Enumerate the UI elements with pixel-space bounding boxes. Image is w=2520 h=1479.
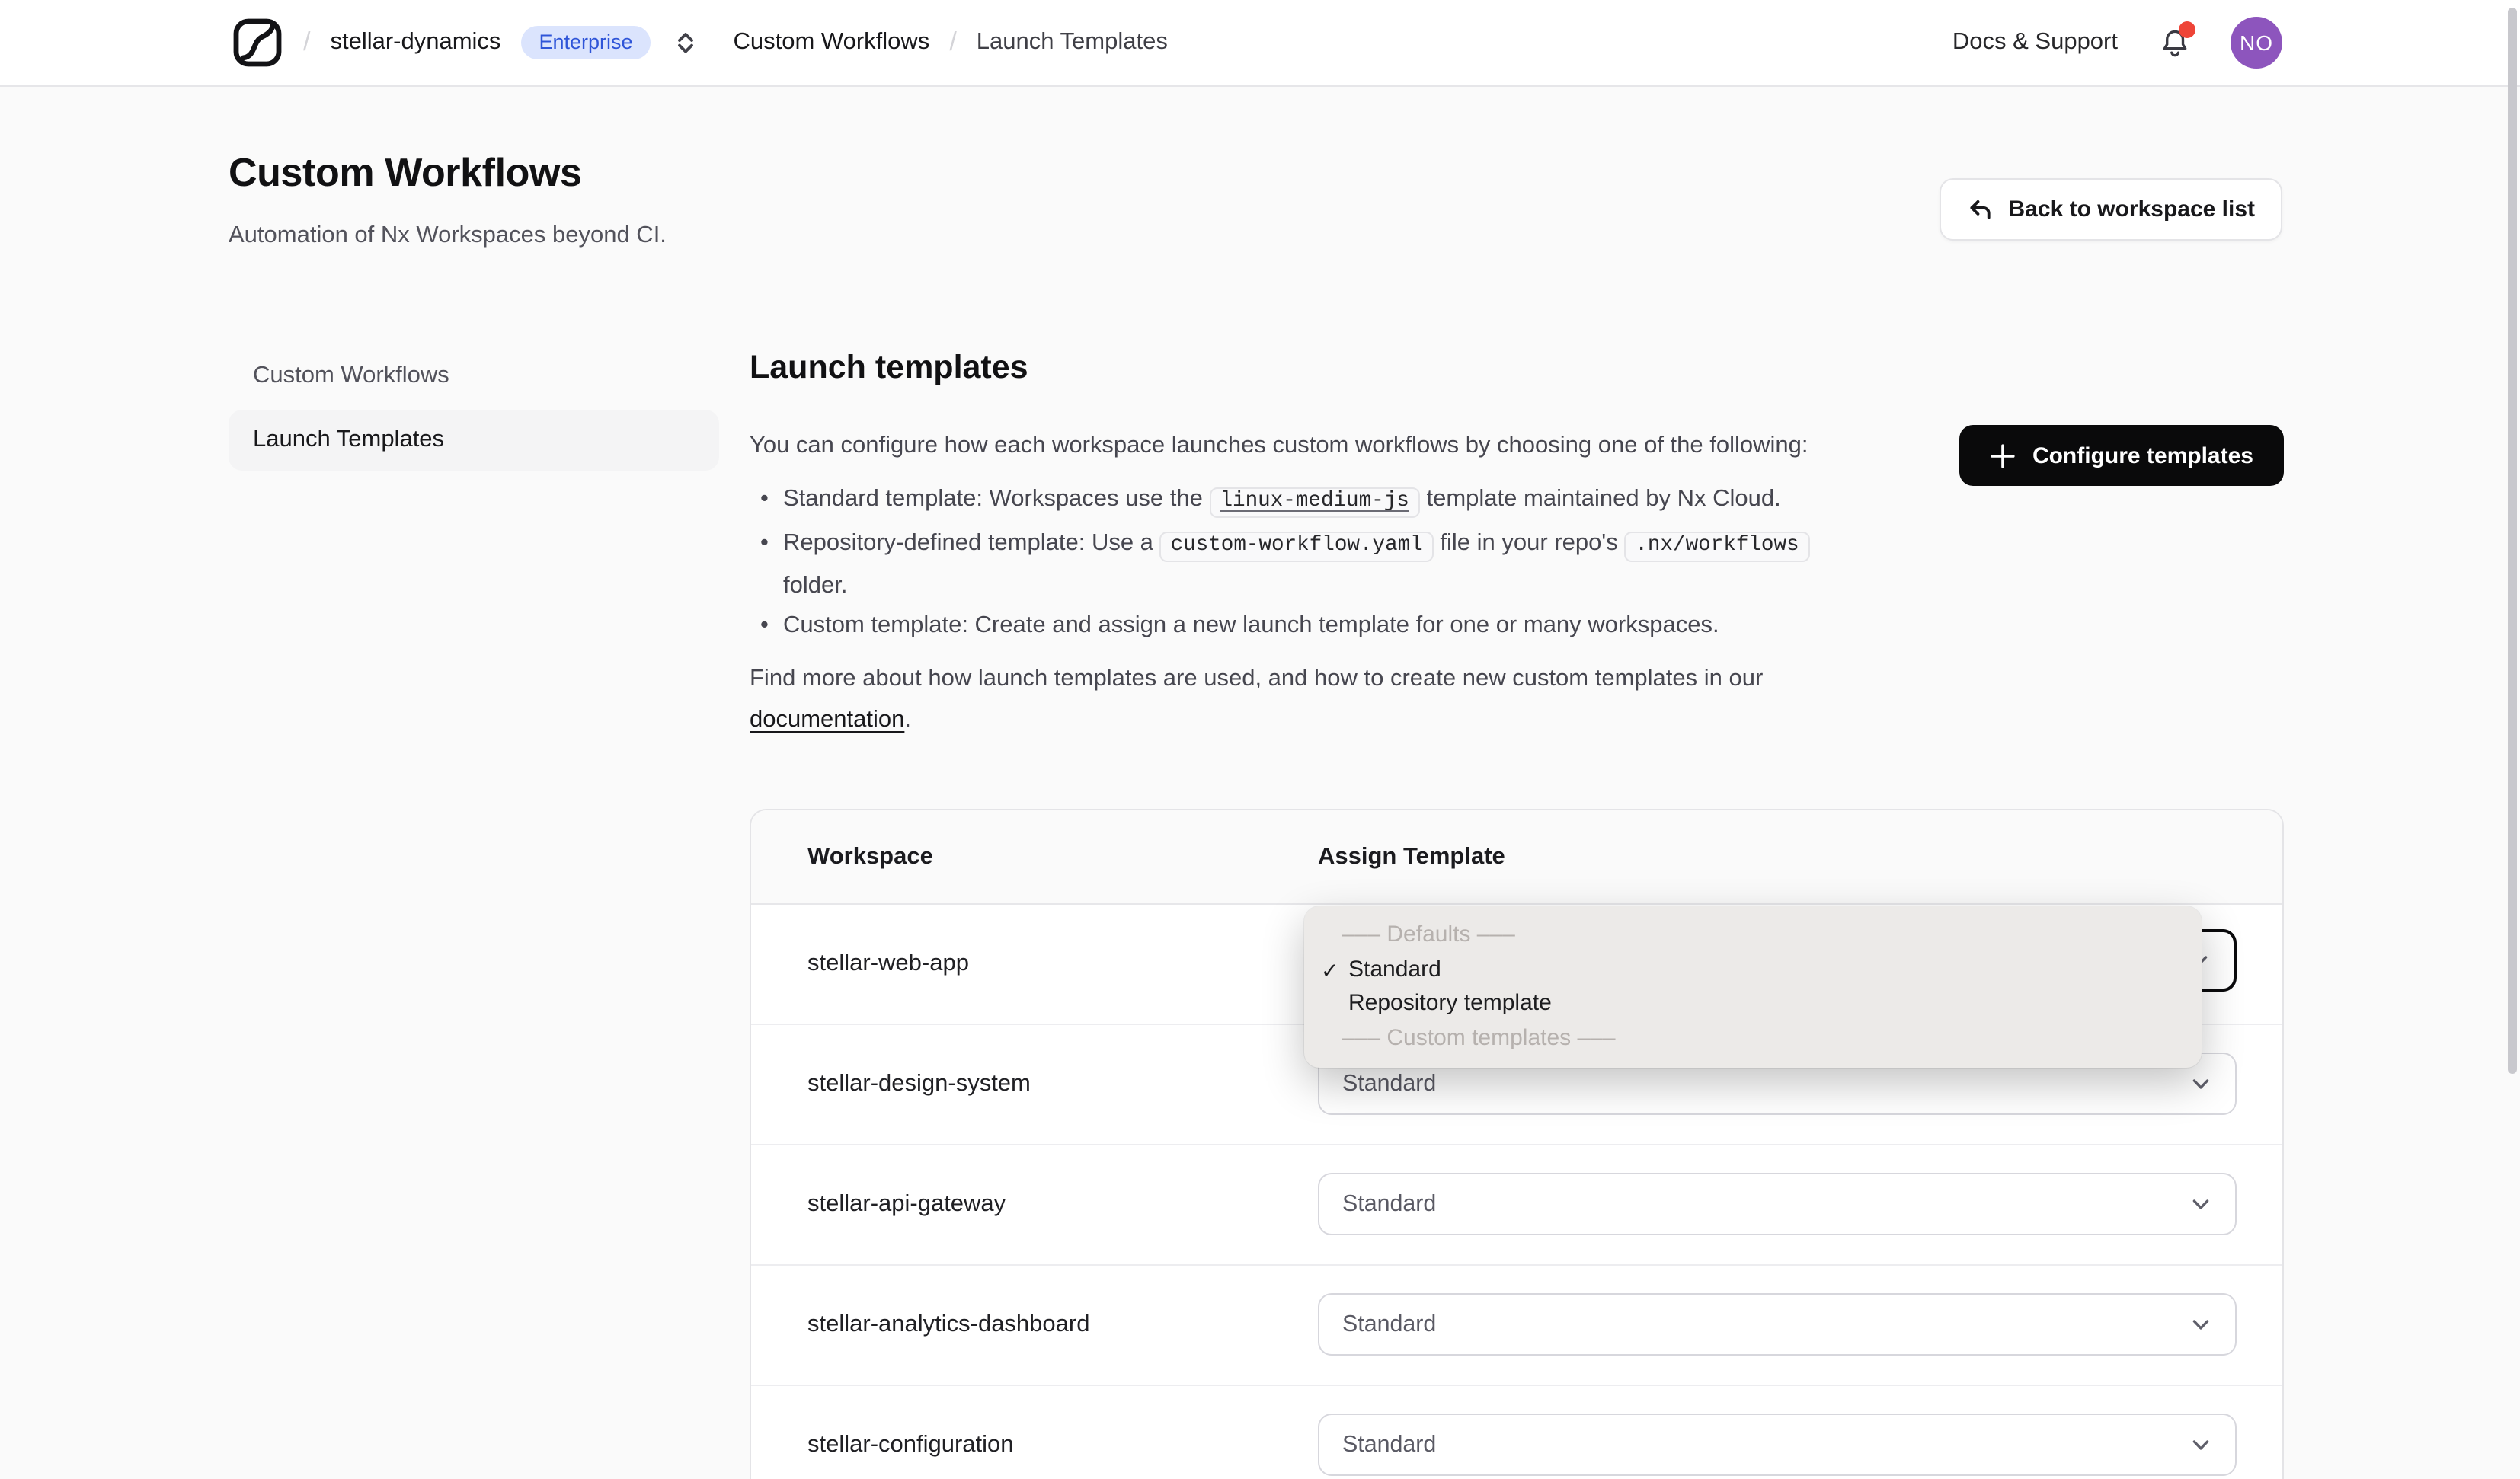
workspace-name-cell: stellar-web-app bbox=[807, 950, 969, 976]
template-options-list: Standard template: Workspaces use the li… bbox=[750, 481, 1840, 647]
menu-section-custom-templates: ––– Custom templates ––– bbox=[1342, 1024, 1616, 1050]
select-value: Standard bbox=[1342, 1432, 1437, 1458]
workspace-name-cell: stellar-api-gateway bbox=[807, 1191, 1006, 1217]
list-item-custom-template: Custom template: Create and assign a new… bbox=[750, 606, 1840, 647]
menu-option-label: Standard bbox=[1348, 956, 1441, 982]
app-viewport: / stellar-dynamics Enterprise Custom Wor… bbox=[0, 0, 2520, 1479]
breadcrumb-page[interactable]: Launch Templates bbox=[977, 29, 1168, 56]
configure-templates-button[interactable]: Configure templates bbox=[1959, 425, 2284, 486]
docs-note: Find more about how launch templates are… bbox=[750, 660, 1840, 740]
sidebar-item-launch-templates[interactable]: Launch Templates bbox=[229, 410, 719, 471]
column-header-workspace: Workspace bbox=[807, 843, 933, 869]
navbar-actions: Docs & Support NO bbox=[1952, 17, 2282, 69]
notification-dot bbox=[2179, 21, 2195, 38]
chevron-down-icon bbox=[2192, 1440, 2209, 1450]
table-row: stellar-analytics-dashboard Standard bbox=[751, 1266, 2282, 1386]
workspace-switcher-icon[interactable] bbox=[674, 30, 699, 55]
bullet-text: file in your repo's bbox=[1433, 529, 1625, 556]
menu-option-label: Repository template bbox=[1348, 990, 1552, 1016]
table-row: stellar-api-gateway Standard bbox=[751, 1145, 2282, 1266]
column-header-assign-template: Assign Template bbox=[1318, 843, 1505, 869]
breadcrumb-section[interactable]: Custom Workflows bbox=[734, 29, 930, 56]
plus-icon bbox=[1991, 443, 2015, 468]
select-value: Standard bbox=[1342, 1071, 1437, 1097]
bullet-text: Repository-defined template: Use a bbox=[783, 529, 1160, 556]
workspace-name-cell: stellar-design-system bbox=[807, 1071, 1031, 1097]
nx-cloud-logo-icon[interactable] bbox=[232, 17, 283, 69]
notifications-button[interactable] bbox=[2157, 21, 2195, 59]
list-item-standard-template: Standard template: Workspaces use the li… bbox=[750, 481, 1840, 524]
sidebar-item-custom-workflows[interactable]: Custom Workflows bbox=[229, 346, 719, 407]
bullet-text: folder. bbox=[783, 572, 848, 599]
configure-button-label: Configure templates bbox=[2032, 442, 2253, 468]
top-navbar: / stellar-dynamics Enterprise Custom Wor… bbox=[0, 0, 2520, 87]
navbar-breadcrumb: / stellar-dynamics Enterprise Custom Wor… bbox=[232, 17, 1168, 69]
menu-option-repository-template[interactable]: Repository template bbox=[1304, 987, 2202, 1021]
select-value: Standard bbox=[1342, 1311, 1437, 1337]
intro-paragraph: You can configure how each workspace lau… bbox=[750, 433, 1808, 458]
code-linux-medium-js[interactable]: linux-medium-js bbox=[1209, 487, 1420, 519]
template-select-stellar-analytics-dashboard[interactable]: Standard bbox=[1318, 1293, 2237, 1356]
template-dropdown-menu: ––– Defaults ––– ✓ Standard Repository t… bbox=[1304, 906, 2202, 1068]
workspace-name-cell: stellar-analytics-dashboard bbox=[807, 1311, 1090, 1337]
bullet-text: Custom template: Create and assign a new… bbox=[783, 612, 1719, 639]
table-header: Workspace Assign Template bbox=[751, 810, 2282, 905]
bullet-text: template maintained by Nx Cloud. bbox=[1419, 486, 1781, 513]
template-select-stellar-api-gateway[interactable]: Standard bbox=[1318, 1173, 2237, 1235]
plan-badge: Enterprise bbox=[520, 26, 651, 59]
docs-support-link[interactable]: Docs & Support bbox=[1952, 29, 2118, 56]
chevron-down-icon bbox=[2192, 1199, 2209, 1209]
note-text: Find more about how launch templates are… bbox=[750, 666, 1764, 692]
breadcrumb-separator: / bbox=[303, 27, 311, 56]
settings-sidebar: Custom Workflows Launch Templates bbox=[229, 346, 719, 474]
bullet-text: Standard template: Workspaces use the bbox=[783, 486, 1210, 513]
menu-option-standard[interactable]: ✓ Standard bbox=[1304, 953, 2202, 987]
page-title: Custom Workflows bbox=[229, 149, 582, 195]
list-item-repository-template: Repository-defined template: Use a custo… bbox=[750, 523, 1840, 606]
documentation-link[interactable]: documentation bbox=[750, 707, 904, 733]
code-custom-workflow-yaml: custom-workflow.yaml bbox=[1159, 531, 1434, 562]
code-nx-workflows: .nx/workflows bbox=[1624, 531, 1810, 562]
workspace-name[interactable]: stellar-dynamics bbox=[330, 29, 500, 56]
table-row: stellar-configuration Standard bbox=[751, 1386, 2282, 1479]
section-description: You can configure how each workspace lau… bbox=[750, 426, 1840, 764]
section-heading: Launch templates bbox=[750, 349, 1028, 385]
scrollbar-thumb[interactable] bbox=[2508, 8, 2517, 1074]
page-subtitle: Automation of Nx Workspaces beyond CI. bbox=[229, 222, 667, 248]
select-value: Standard bbox=[1342, 1191, 1437, 1217]
template-select-stellar-configuration[interactable]: Standard bbox=[1318, 1414, 2237, 1476]
chevron-down-icon bbox=[2192, 1320, 2209, 1330]
sidebar-item-label: Launch Templates bbox=[253, 426, 445, 452]
checkmark-icon: ✓ bbox=[1321, 957, 1339, 982]
sidebar-item-label: Custom Workflows bbox=[253, 363, 449, 388]
user-avatar[interactable]: NO bbox=[2231, 17, 2282, 69]
note-text: . bbox=[904, 706, 911, 733]
menu-section-defaults: ––– Defaults ––– bbox=[1342, 922, 1515, 947]
page-scrollbar[interactable] bbox=[2506, 0, 2520, 1479]
workspace-name-cell: stellar-configuration bbox=[807, 1432, 1014, 1458]
breadcrumb-separator: / bbox=[949, 27, 957, 56]
chevron-down-icon bbox=[2192, 1079, 2209, 1089]
